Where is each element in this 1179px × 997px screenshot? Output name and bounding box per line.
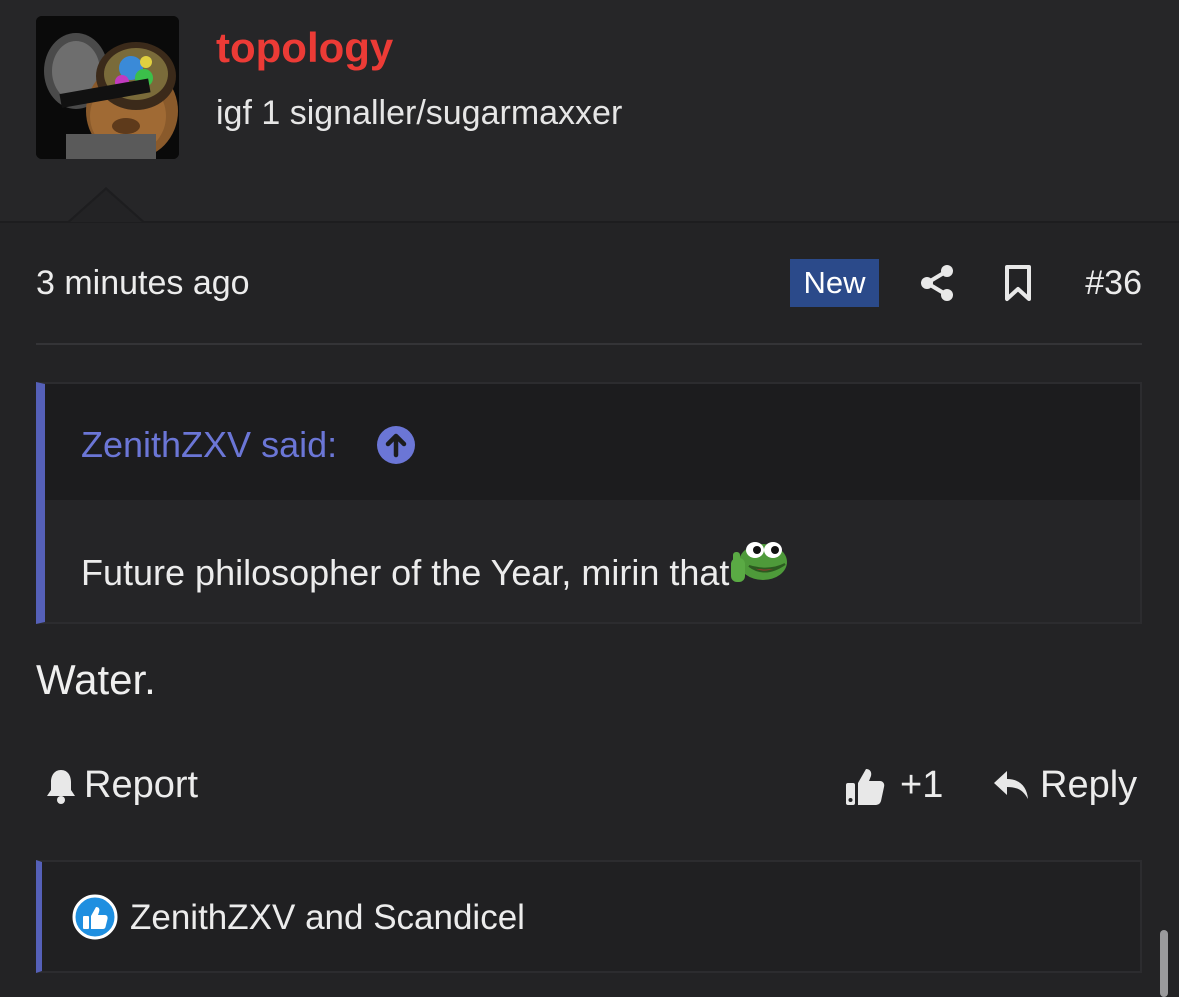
reactions-users[interactable]: ZenithZXV and Scandicel xyxy=(130,898,525,938)
post-message: Water. xyxy=(36,656,156,703)
like-reaction-icon xyxy=(72,894,118,945)
share-icon[interactable] xyxy=(920,264,954,307)
post-number[interactable]: #36 xyxy=(1085,264,1142,303)
post-timestamp[interactable]: 3 minutes ago xyxy=(36,264,250,303)
post-meta-bar: 3 minutes ago New #36 xyxy=(36,258,1142,308)
thumbs-up-icon xyxy=(846,768,885,805)
like-button[interactable]: +1 xyxy=(844,764,943,807)
reply-icon xyxy=(994,770,1028,799)
reply-button[interactable]: Reply xyxy=(992,764,1137,807)
report-button[interactable]: Report xyxy=(44,764,198,807)
header-pointer xyxy=(70,190,142,222)
reply-label: Reply xyxy=(1040,764,1138,806)
quote-block: ZenithZXV said: Future philosopher of th… xyxy=(36,382,1142,624)
pepe-thumbs-up-emoji xyxy=(729,538,789,597)
author-avatar[interactable] xyxy=(36,16,179,159)
avatar-image-icon xyxy=(36,16,179,159)
post-author-header: topology igf 1 signaller/sugarmaxxer xyxy=(0,0,1179,223)
quote-body: Future philosopher of the Year, mirin th… xyxy=(45,500,1140,622)
meta-divider xyxy=(36,343,1142,345)
bookmark-icon[interactable] xyxy=(1004,264,1032,307)
author-title: igf 1 signaller/sugarmaxxer xyxy=(216,94,623,132)
scrollbar-thumb[interactable] xyxy=(1160,930,1168,997)
quote-author[interactable]: ZenithZXV said: xyxy=(81,424,337,466)
quote-text-content: Future philosopher of the Year, mirin th… xyxy=(81,552,730,594)
quote-text: Future philosopher of the Year, mirin th… xyxy=(81,542,789,605)
quote-header: ZenithZXV said: xyxy=(45,384,1140,500)
report-label: Report xyxy=(84,764,199,806)
bell-icon xyxy=(47,769,75,804)
new-badge: New xyxy=(790,259,879,307)
arrow-up-circle-icon[interactable] xyxy=(376,425,416,465)
reactions-bar[interactable]: ZenithZXV and Scandicel xyxy=(36,860,1142,973)
author-username[interactable]: topology xyxy=(216,24,393,72)
like-count: +1 xyxy=(900,764,944,806)
